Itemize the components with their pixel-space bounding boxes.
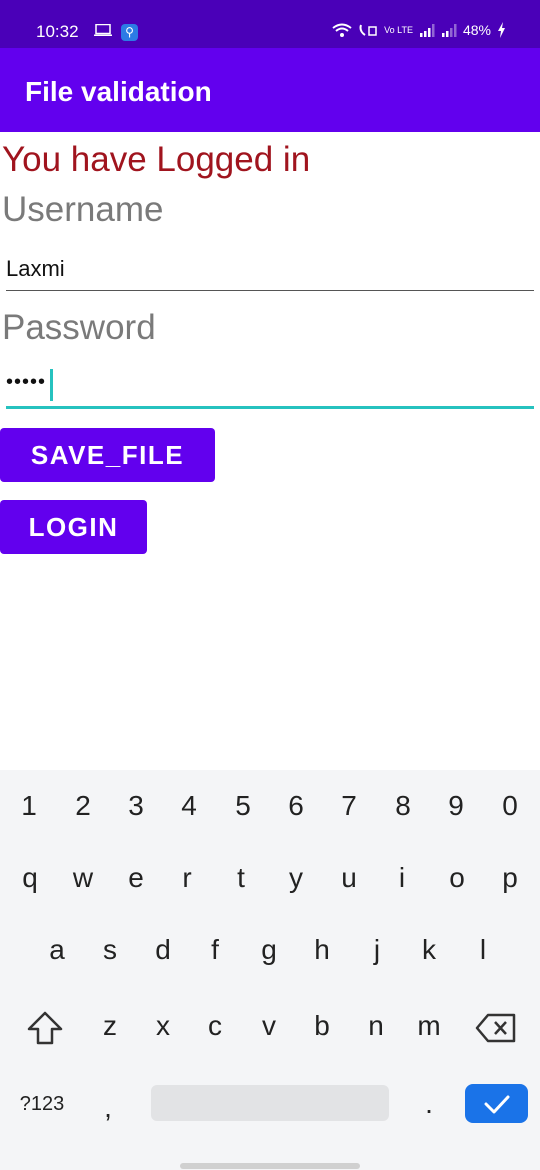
key-t[interactable]: t — [221, 862, 261, 894]
key-b[interactable]: b — [302, 1010, 342, 1042]
key-0[interactable]: 0 — [490, 790, 530, 822]
username-label: Username — [2, 190, 164, 229]
login-button[interactable]: LOGIN — [0, 500, 147, 554]
laptop-icon — [94, 24, 112, 36]
usb-debug-icon: ⚲ — [121, 24, 138, 41]
key-z[interactable]: z — [90, 1010, 130, 1042]
key-v[interactable]: v — [249, 1010, 289, 1042]
shift-icon[interactable] — [25, 1010, 65, 1046]
wifi-calling-icon — [359, 24, 377, 36]
key-i[interactable]: i — [382, 862, 422, 894]
key-8[interactable]: 8 — [383, 790, 423, 822]
comma-key[interactable]: , — [88, 1092, 128, 1124]
key-3[interactable]: 3 — [116, 790, 156, 822]
key-r[interactable]: r — [167, 862, 207, 894]
signal-1-icon — [419, 24, 435, 37]
key-4[interactable]: 4 — [169, 790, 209, 822]
key-s[interactable]: s — [90, 934, 130, 966]
key-6[interactable]: 6 — [276, 790, 316, 822]
key-j[interactable]: j — [357, 934, 397, 966]
key-c[interactable]: c — [195, 1010, 235, 1042]
backspace-icon[interactable] — [475, 1013, 517, 1043]
signal-2-icon — [441, 24, 457, 37]
username-field[interactable]: Laxmi — [6, 250, 534, 291]
clock: 10:32 — [36, 22, 79, 41]
status-bar: 10:32 ⚲ Vo LTE 48% — [0, 0, 540, 48]
key-a[interactable]: a — [37, 934, 77, 966]
key-5[interactable]: 5 — [223, 790, 263, 822]
soft-keyboard: 1 2 3 4 5 6 7 8 9 0 q w e r t y u i o p … — [0, 770, 540, 1170]
password-value: ••••• — [6, 371, 47, 393]
login-status-message: You have Logged in — [2, 140, 311, 179]
text-cursor — [50, 369, 53, 401]
key-f[interactable]: f — [195, 934, 235, 966]
status-icons: Vo LTE 48% — [332, 22, 506, 38]
key-k[interactable]: k — [409, 934, 449, 966]
key-d[interactable]: d — [143, 934, 183, 966]
key-u[interactable]: u — [329, 862, 369, 894]
key-m[interactable]: m — [409, 1010, 449, 1042]
key-p[interactable]: p — [490, 862, 530, 894]
key-o[interactable]: o — [437, 862, 477, 894]
key-h[interactable]: h — [302, 934, 342, 966]
wifi-icon — [332, 23, 352, 37]
save-file-button[interactable]: SAVE_FILE — [0, 428, 215, 482]
symbols-key[interactable]: ?123 — [12, 1093, 72, 1116]
volte-label: Vo LTE — [384, 25, 413, 35]
app-bar: File validation — [0, 48, 540, 132]
checkmark-icon — [484, 1095, 509, 1113]
key-9[interactable]: 9 — [436, 790, 476, 822]
password-label: Password — [2, 308, 156, 347]
period-key[interactable]: . — [409, 1088, 449, 1120]
key-2[interactable]: 2 — [63, 790, 103, 822]
key-7[interactable]: 7 — [329, 790, 369, 822]
key-g[interactable]: g — [249, 934, 289, 966]
battery-level: 48% — [462, 22, 491, 38]
charging-icon — [498, 22, 505, 38]
app-title: File validation — [25, 76, 212, 107]
username-value: Laxmi — [6, 256, 65, 281]
key-y[interactable]: y — [276, 862, 316, 894]
key-1[interactable]: 1 — [9, 790, 49, 822]
key-l[interactable]: l — [463, 934, 503, 966]
gesture-nav-bar[interactable] — [180, 1163, 360, 1169]
password-field[interactable]: ••••• — [6, 366, 534, 409]
key-x[interactable]: x — [143, 1010, 183, 1042]
key-n[interactable]: n — [356, 1010, 396, 1042]
key-e[interactable]: e — [116, 862, 156, 894]
space-bar[interactable] — [151, 1085, 389, 1121]
key-w[interactable]: w — [63, 862, 103, 894]
key-q[interactable]: q — [10, 862, 50, 894]
enter-key[interactable] — [465, 1084, 528, 1123]
